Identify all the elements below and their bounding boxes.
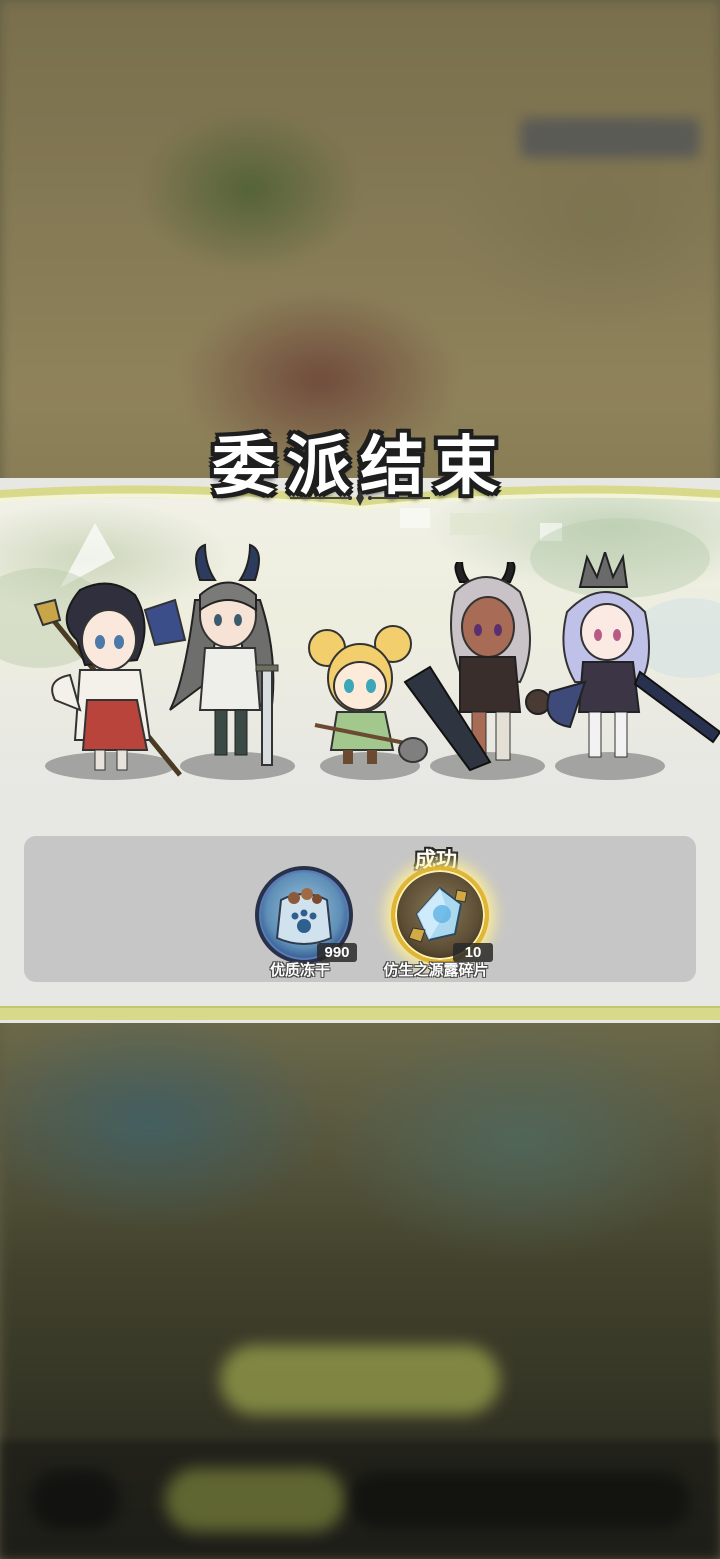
reward-icon-frame: 990 [255, 866, 357, 964]
reward-list: 990 优质冻干 成功 10 仿生之源露碎片 [24, 836, 696, 982]
panel-bottom-band [0, 1006, 720, 1020]
background-action-button [220, 1345, 500, 1415]
hero-dark-greatsword[interactable] [400, 562, 555, 772]
background-top-bar [520, 118, 700, 158]
background-bottom-button-left [30, 1470, 120, 1530]
background-bottom-button-center [165, 1468, 345, 1532]
reward-icon-frame: 10 [391, 866, 493, 964]
reward-name: 仿生之源露碎片 [383, 961, 489, 979]
title-ornament [290, 490, 430, 506]
reward-name: 优质冻干 [269, 961, 330, 979]
background-bottom-button-right [350, 1472, 690, 1528]
reward-quantity: 990 [317, 943, 357, 962]
reward-quantity: 10 [453, 943, 493, 962]
hero-horned-swordswoman[interactable] [160, 540, 295, 775]
hero-crowned-knight[interactable] [545, 552, 720, 770]
